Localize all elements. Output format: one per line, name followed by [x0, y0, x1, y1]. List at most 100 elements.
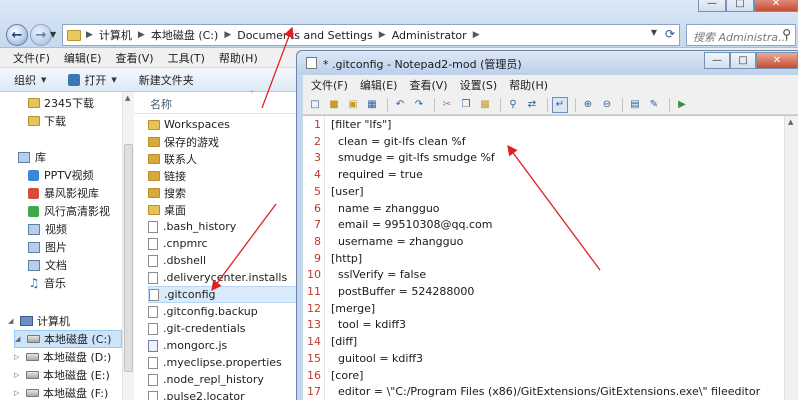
code-line[interactable]: smudge = git-lfs smudge %f: [331, 151, 495, 164]
customize-scheme-icon[interactable]: ✎: [646, 97, 662, 113]
code-line[interactable]: guitool = kdiff3: [331, 352, 423, 365]
nav-item-pptv[interactable]: PPTV视频: [28, 166, 94, 184]
close-button[interactable]: ✕: [754, 0, 798, 12]
cut-icon[interactable]: ✂: [439, 97, 455, 113]
organize-button[interactable]: 组织 ▼: [14, 72, 46, 88]
redo-icon[interactable]: ↷: [411, 97, 427, 113]
breadcrumb-computer[interactable]: 计算机: [94, 27, 137, 43]
breadcrumb-administrator[interactable]: Administrator: [387, 29, 472, 42]
scheme-icon[interactable]: ▤: [627, 97, 643, 113]
new-folder-button[interactable]: 新建文件夹: [139, 72, 194, 88]
scroll-up-icon[interactable]: ▲: [788, 118, 793, 126]
expand-triangle-icon[interactable]: ◢: [8, 317, 16, 325]
save-icon[interactable]: ▦: [364, 97, 380, 113]
file-row[interactable]: 保存的游戏: [148, 133, 304, 150]
close-button[interactable]: ✕: [756, 52, 798, 69]
code-line[interactable]: name = zhangguo: [331, 202, 440, 215]
breadcrumb-chevron-icon[interactable]: ▶: [85, 30, 94, 40]
notepad-app-icon[interactable]: [306, 57, 317, 69]
word-wrap-icon[interactable]: ↵: [552, 96, 568, 113]
nav-item-libraries[interactable]: 库: [18, 148, 46, 166]
minimize-button[interactable]: —: [698, 0, 726, 12]
recent-pages-chevron-icon[interactable]: ▼: [50, 30, 56, 39]
file-row[interactable]: 桌面: [148, 201, 304, 218]
nav-item-videos[interactable]: 视频: [28, 220, 67, 238]
menu-file[interactable]: 文件(F): [305, 77, 354, 93]
file-row[interactable]: .node_repl_history: [148, 371, 304, 388]
copy-icon[interactable]: ❐: [458, 97, 474, 113]
nav-item-drive-d[interactable]: ▷ 本地磁盘 (D:): [14, 348, 111, 366]
code-line[interactable]: [filter "lfs"]: [331, 118, 391, 131]
paste-icon[interactable]: ▩: [477, 97, 493, 113]
maximize-button[interactable]: □: [730, 52, 756, 69]
code-line[interactable]: email = 99510308@qq.com: [331, 218, 493, 231]
file-row[interactable]: .bash_history: [148, 218, 304, 235]
zoom-out-icon[interactable]: ⊖: [599, 97, 615, 113]
nav-item-music[interactable]: ♫ 音乐: [28, 274, 66, 292]
code-line[interactable]: [merge]: [331, 302, 375, 315]
exit-icon[interactable]: ▶: [674, 97, 690, 113]
breadcrumb-documents-and-settings[interactable]: Documents and Settings: [232, 29, 378, 42]
search-input[interactable]: 搜索 Administra... ⚲: [686, 24, 796, 46]
search-icon[interactable]: ⚲: [782, 27, 791, 41]
maximize-button[interactable]: □: [726, 0, 754, 12]
back-icon[interactable]: ←: [6, 24, 28, 46]
nav-item-downloads[interactable]: 下载: [28, 112, 66, 130]
expand-triangle-icon[interactable]: ▷: [14, 353, 22, 361]
nav-item-documents[interactable]: 文档: [28, 256, 67, 274]
file-row[interactable]: .myeclipse.properties: [148, 354, 304, 371]
code-line[interactable]: [diff]: [331, 335, 357, 348]
menu-tools[interactable]: 工具(T): [161, 50, 212, 66]
code-line[interactable]: clean = git-lfs clean %f: [331, 135, 466, 148]
menu-help[interactable]: 帮助(H): [503, 77, 554, 93]
menu-settings[interactable]: 设置(S): [454, 77, 504, 93]
file-row[interactable]: 联系人: [148, 150, 304, 167]
undo-icon[interactable]: ↶: [392, 97, 408, 113]
menu-help[interactable]: 帮助(H): [212, 50, 265, 66]
menu-edit[interactable]: 编辑(E): [57, 50, 109, 66]
scrollbar-thumb[interactable]: [124, 144, 133, 372]
open-button[interactable]: 打开 ▼: [68, 72, 117, 88]
breadcrumb-chevron-icon[interactable]: ▶: [137, 30, 146, 40]
file-row[interactable]: .dbshell: [148, 252, 304, 269]
menu-edit[interactable]: 编辑(E): [354, 77, 404, 93]
zoom-in-icon[interactable]: ⊕: [580, 97, 596, 113]
breadcrumb-chevron-icon[interactable]: ▶: [378, 30, 387, 40]
file-row[interactable]: 搜索: [148, 184, 304, 201]
editor-scrollbar[interactable]: ▲: [784, 116, 798, 400]
file-row[interactable]: .mongorc.js: [148, 337, 304, 354]
code-line[interactable]: sslVerify = false: [331, 268, 426, 281]
file-row-selected[interactable]: .gitconfig: [148, 286, 304, 303]
code-line[interactable]: [user]: [331, 185, 364, 198]
replace-icon[interactable]: ⇄: [524, 97, 540, 113]
code-line[interactable]: editor = \"C:/Program Files (x86)/GitExt…: [331, 385, 760, 398]
minimize-button[interactable]: —: [704, 52, 730, 69]
file-row[interactable]: 链接: [148, 167, 304, 184]
breadcrumb-chevron-icon[interactable]: ▶: [223, 30, 232, 40]
file-row[interactable]: .gitconfig.backup: [148, 303, 304, 320]
expand-triangle-icon[interactable]: ▷: [14, 371, 22, 379]
file-row[interactable]: .cnpmrc: [148, 235, 304, 252]
menu-view[interactable]: 查看(V): [403, 77, 453, 93]
nav-item-drive-f[interactable]: ▷ 本地磁盘 (F:): [14, 384, 108, 400]
file-row[interactable]: Workspaces: [148, 116, 304, 133]
nav-item-drive-e[interactable]: ▷ 本地磁盘 (E:): [14, 366, 110, 384]
new-file-icon[interactable]: □: [307, 97, 323, 113]
notepad-titlebar[interactable]: * .gitconfig - Notepad2-mod (管理员) — □ ✕: [297, 51, 798, 75]
nav-item-computer[interactable]: ◢ 计算机: [8, 312, 70, 330]
code-line[interactable]: postBuffer = 524288000: [331, 285, 474, 298]
code-line[interactable]: [core]: [331, 369, 363, 382]
file-row[interactable]: .deliverycenter.installs: [148, 269, 304, 286]
refresh-icon[interactable]: ⟳: [665, 27, 675, 41]
nav-item-baofeng[interactable]: 暴风影视库: [28, 184, 99, 202]
breadcrumb-drive-c[interactable]: 本地磁盘 (C:): [146, 27, 223, 43]
open-folder-icon[interactable]: ■: [326, 97, 342, 113]
code-line[interactable]: tool = kdiff3: [331, 318, 406, 331]
browse-icon[interactable]: ▣: [345, 97, 361, 113]
address-bar[interactable]: ▶ 计算机 ▶ 本地磁盘 (C:) ▶ Documents and Settin…: [62, 24, 680, 46]
menu-view[interactable]: 查看(V): [108, 50, 160, 66]
nav-pane-scrollbar[interactable]: ▲: [122, 92, 134, 400]
code-line[interactable]: username = zhangguo: [331, 235, 463, 248]
nav-item-funshion[interactable]: 风行高清影视: [28, 202, 110, 220]
nav-item-drive-c[interactable]: ◢ 本地磁盘 (C:): [14, 330, 122, 348]
